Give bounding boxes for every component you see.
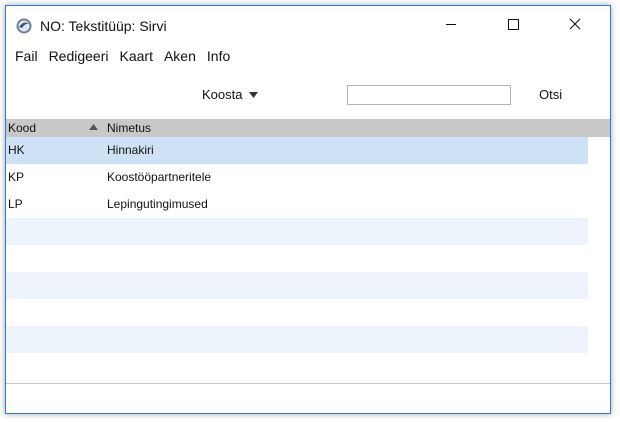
table-body: HK Hinnakiri KP Koostööpartneritele LP L… bbox=[6, 137, 588, 380]
sort-dropdown-label: Koosta bbox=[202, 87, 243, 102]
cell-nimetus: Hinnakiri bbox=[107, 143, 154, 157]
column-header-nimetus[interactable]: Nimetus bbox=[107, 121, 151, 135]
sort-ascending-icon bbox=[89, 124, 98, 130]
window-title: NO: Tekstitüüp: Sirvi bbox=[40, 18, 167, 34]
cell-kood: HK bbox=[8, 143, 25, 157]
table-row[interactable]: LP Lepingutingimused bbox=[6, 191, 588, 218]
triangle-down-icon bbox=[249, 91, 259, 98]
menu-bar: Fail Redigeeri Kaart Aken Info bbox=[6, 44, 610, 68]
table-row[interactable] bbox=[6, 326, 588, 353]
title-bar[interactable]: NO: Tekstitüüp: Sirvi bbox=[6, 6, 610, 44]
app-icon bbox=[16, 18, 32, 34]
column-header-kood[interactable]: Kood bbox=[8, 121, 36, 135]
maximize-icon bbox=[508, 19, 519, 30]
menu-info[interactable]: Info bbox=[207, 48, 230, 64]
table-row[interactable] bbox=[6, 353, 588, 380]
vertical-scroll-area bbox=[588, 137, 610, 382]
menu-window[interactable]: Aken bbox=[164, 48, 196, 64]
search-button[interactable]: Otsi bbox=[539, 87, 562, 102]
close-icon bbox=[569, 18, 581, 30]
cell-nimetus: Lepingutingimused bbox=[107, 197, 208, 211]
search-input[interactable] bbox=[347, 85, 511, 105]
cell-nimetus: Koostööpartneritele bbox=[107, 170, 212, 184]
window: NO: Tekstitüüp: Sirvi Fail Redigeeri Kaa… bbox=[5, 5, 611, 414]
status-bar bbox=[6, 383, 610, 413]
table-row[interactable] bbox=[6, 272, 588, 299]
table-row[interactable] bbox=[6, 299, 588, 326]
table-row[interactable]: KP Koostööpartneritele bbox=[6, 164, 588, 191]
minimize-button[interactable] bbox=[428, 6, 474, 42]
table-row[interactable] bbox=[6, 218, 588, 245]
menu-edit[interactable]: Redigeeri bbox=[49, 48, 109, 64]
minimize-icon bbox=[446, 24, 456, 25]
sort-dropdown-button[interactable]: Koosta bbox=[202, 87, 259, 102]
table-header: Kood Nimetus bbox=[6, 119, 610, 137]
cell-kood: LP bbox=[8, 197, 23, 211]
menu-card[interactable]: Kaart bbox=[120, 48, 153, 64]
table-row[interactable]: HK Hinnakiri bbox=[6, 137, 588, 164]
maximize-button[interactable] bbox=[490, 6, 536, 42]
toolbar: Koosta Otsi bbox=[6, 82, 610, 112]
table-row[interactable] bbox=[6, 245, 588, 272]
close-button[interactable] bbox=[552, 6, 598, 42]
menu-file[interactable]: Fail bbox=[15, 48, 38, 64]
cell-kood: KP bbox=[8, 170, 25, 184]
